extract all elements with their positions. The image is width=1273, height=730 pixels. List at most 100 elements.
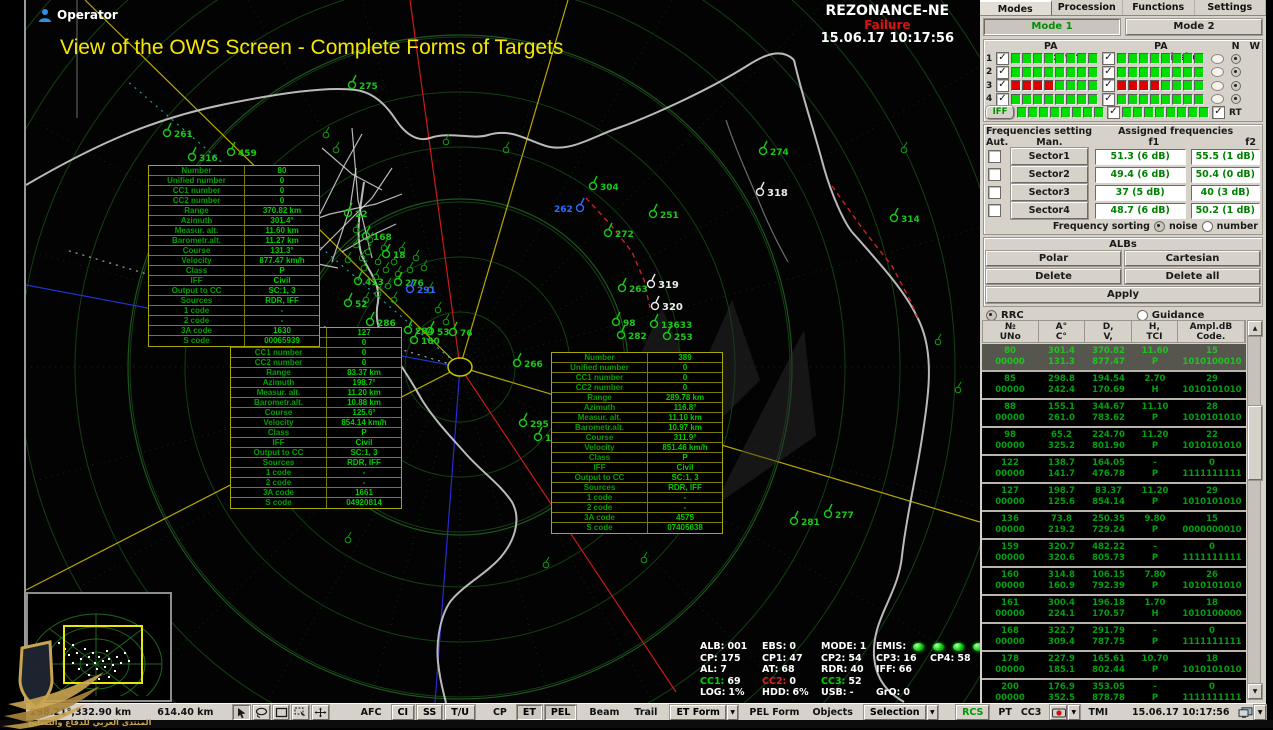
pa-emission-check-2[interactable]: ✓ [1102,66,1115,79]
rect-tool-button[interactable] [273,705,290,720]
track-row-159[interactable]: 15900000320.7320.6482.22805.73-P01111111… [982,540,1246,566]
radar-target-274[interactable]: 274 [760,141,789,158]
track-row-160[interactable]: 16000000314.8160.9106.15792.397.80P26101… [982,568,1246,594]
et-button[interactable]: ET [517,705,542,720]
et-form-button-dropdown[interactable]: ▼ [727,705,738,720]
cartesian-button[interactable]: Cartesian [1125,251,1260,266]
track-row-161[interactable]: 16100000300.4224.1196.18170.571.70H18101… [982,596,1246,622]
scroll-up-button[interactable]: ▲ [1248,321,1262,336]
radar-target-262[interactable]: 262 [554,198,584,215]
pa-power-check-2[interactable]: ✓ [996,66,1009,79]
rcs-button[interactable]: RCS [956,705,989,720]
polar-button[interactable]: Polar [986,251,1121,266]
track-row-200[interactable]: 20000000176.9352.5353.05878.78-P01111111… [982,680,1246,703]
radar-target-251[interactable]: 251 [650,204,679,221]
sector3-aut-check[interactable] [988,186,1001,199]
iff-check-2[interactable]: ✓ [1212,106,1225,119]
target-form-127[interactable]: Number127Unified number0CC1 number0CC2 n… [230,327,402,509]
scroll-down-button[interactable]: ▼ [1248,684,1262,699]
iff-check-1[interactable]: ✓ [1107,106,1120,119]
radar-display[interactable]: 2752613164592743043182512723142633193209… [26,0,980,703]
track-row-85[interactable]: 8500000298.8242.4194.54170.692.70H291010… [982,372,1246,398]
ss-button[interactable]: SS [417,705,442,720]
track-row-168[interactable]: 16800000322.7309.4291.79787.75-P01111111… [982,624,1246,650]
move-tool-button[interactable] [312,705,329,720]
pa-emission-check-1[interactable]: ✓ [1102,52,1115,65]
sector3-button[interactable]: Sector3 [1011,184,1088,201]
radar-target-320[interactable]: 320 [652,296,683,313]
pa-w-radio-1[interactable] [1231,54,1241,64]
pa-row-2: 2✓✓ [986,66,1260,80]
tab-settings[interactable]: Settings [1195,0,1267,15]
tab-functions[interactable]: Functions [1123,0,1195,15]
pa-power-check-1[interactable]: ✓ [996,52,1009,65]
iff-button[interactable]: IFF [986,106,1014,119]
sort-number-radio[interactable] [1202,221,1213,232]
form-value-range: 289.78 km [648,393,722,402]
selection-button-dropdown[interactable]: ▼ [927,705,938,720]
sector4-button[interactable]: Sector4 [1011,202,1088,219]
track-row-178[interactable]: 17800000227.9185.1165.61802.4410.70P1810… [982,652,1246,678]
track-row-136[interactable]: 1360000073.8219.2250.35729.249.80P150000… [982,512,1246,538]
target-form-80[interactable]: Number80Unified number0CC1 number0CC2 nu… [148,165,320,347]
pa-n-radio-4[interactable] [1211,94,1224,104]
select-tool-button[interactable] [292,705,309,720]
track-row-80[interactable]: 8000000301.4131.3370.82877.4711.60P15101… [982,344,1246,370]
pel-button[interactable]: PEL [545,705,577,720]
track-row-98[interactable]: 980000065.2325.2224.70801.9011.20P221010… [982,428,1246,454]
track-row-88[interactable]: 8800000155.1261.0344.67783.6211.10P28101… [982,400,1246,426]
radar-target-314[interactable]: 314 [891,208,920,225]
delete-all-button[interactable]: Delete all [1125,269,1260,284]
sector2-button[interactable]: Sector2 [1011,166,1088,183]
track-row-122[interactable]: 12200000138.7141.7164.05476.78-P01111111… [982,456,1246,482]
sector1-button[interactable]: Sector1 [1011,148,1088,165]
mode-2-button[interactable]: Mode 2 [1126,19,1262,35]
mode-1-button[interactable]: Mode 1 [984,19,1120,35]
pa-w-radio-4[interactable] [1231,94,1241,104]
radar-target-319[interactable]: 319 [648,274,679,291]
t-u-button[interactable]: T/U [445,705,475,720]
tab-modes[interactable]: Modes [980,0,1052,15]
scroll-thumb[interactable] [1248,406,1262,480]
radar-target-281[interactable]: 281 [791,511,820,528]
apply-button[interactable]: Apply [986,287,1260,303]
sector4-aut-check[interactable] [988,204,1001,217]
lasso-tool-button[interactable] [253,705,270,720]
track-row-127[interactable]: 12700000198.7125.683.37854.1411.20P29101… [982,484,1246,510]
pa-power-check-3[interactable]: ✓ [996,79,1009,92]
monitor-button-dropdown[interactable]: ▼ [1254,705,1265,720]
radar-target-52[interactable]: 52 [345,293,368,310]
pa-w-radio-3[interactable] [1231,81,1241,91]
radar-target-295[interactable]: 295 [520,413,549,430]
ci-button[interactable]: CI [392,705,415,720]
radar-target-304[interactable]: 304 [590,176,619,193]
sort-noise-radio[interactable] [1154,221,1165,232]
radar-target-316[interactable]: 316 [189,147,218,164]
form-label-s-code: S code [231,498,327,508]
pa-w-radio-2[interactable] [1231,67,1241,77]
minimap[interactable] [26,592,172,702]
radar-target-272[interactable]: 272 [605,223,634,240]
record-button[interactable] [1050,705,1067,720]
pa-n-radio-1[interactable] [1211,54,1224,64]
sector1-aut-check[interactable] [988,150,1001,163]
pa-n-radio-2[interactable] [1211,67,1224,77]
et-form-button[interactable]: ET Form [670,705,726,720]
pa-n-radio-3[interactable] [1211,81,1224,91]
radar-target-318[interactable]: 318 [757,182,788,199]
monitor-display-button[interactable] [1238,706,1253,719]
selection-button[interactable]: Selection [864,705,926,720]
cursor-tool-button[interactable] [233,705,250,720]
target-form-389[interactable]: Number389Unified number0CC1 number0CC2 n… [551,352,723,534]
delete-button[interactable]: Delete [986,269,1121,284]
record-button-dropdown[interactable]: ▼ [1068,705,1079,720]
pa-power-check-4[interactable]: ✓ [996,93,1009,106]
tab-procession[interactable]: Procession [1052,0,1124,15]
radar-target-266[interactable]: 266 [514,353,543,370]
pa-emission-check-4[interactable]: ✓ [1102,93,1115,106]
track-table-scrollbar[interactable]: ▲ ▼ [1247,320,1261,700]
pa-emission-check-3[interactable]: ✓ [1102,79,1115,92]
sector2-aut-check[interactable] [988,168,1001,181]
radar-target-277[interactable]: 277 [825,504,854,521]
radar-target-76[interactable]: 76 [450,322,473,339]
